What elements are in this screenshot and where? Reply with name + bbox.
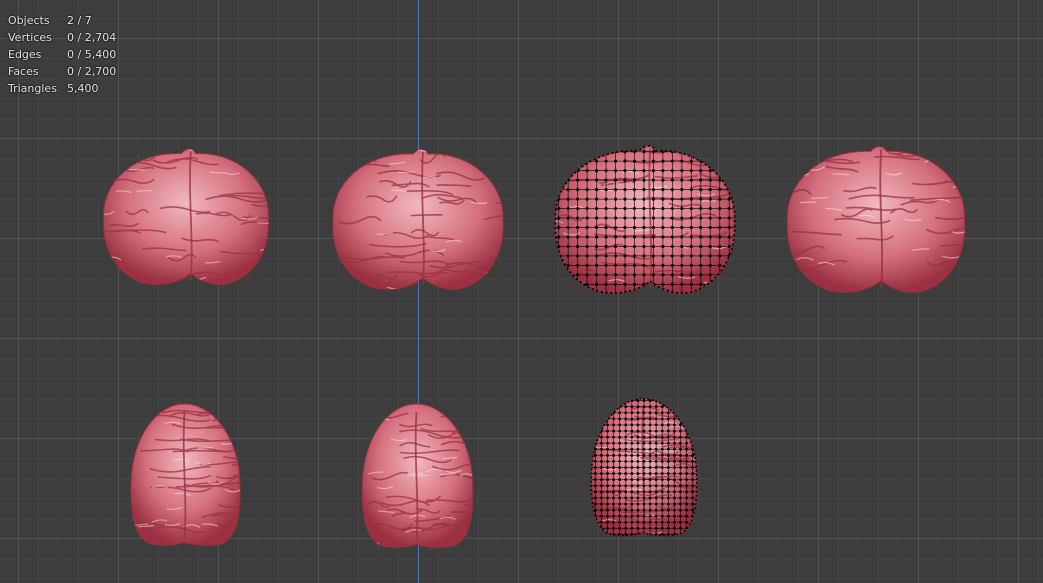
stat-label: Faces [8,65,39,78]
stat-label: Objects [8,14,50,27]
brain-top-textured-2[interactable] [360,400,475,552]
brain-top-wireframe[interactable] [583,395,705,540]
brain-front-textured-2[interactable] [323,135,513,300]
stat-row-edges: Edges 0 / 5,400 [8,46,116,63]
stat-row-faces: Faces 0 / 2,700 [8,63,116,80]
brain-top-mesh [361,403,474,548]
3d-viewport[interactable]: Objects 2 / 7 Vertices 0 / 2,704 Edges 0… [0,0,1043,583]
stat-value: 0 / 5,400 [67,48,117,61]
stat-value: 2 / 7 [67,14,92,27]
stat-value: 5,400 [67,82,99,95]
brain-front-mesh [554,145,736,294]
brain-front-mesh [786,146,966,293]
stat-label: Triangles [8,82,57,95]
brain-top-mesh [590,397,698,537]
stat-row-triangles: Triangles 5,400 [8,80,116,97]
stat-row-vertices: Vertices 0 / 2,704 [8,29,116,46]
brain-front-wireframe[interactable] [545,130,745,305]
brain-front-mesh [103,148,269,285]
stat-value: 0 / 2,704 [67,31,117,44]
scene-statistics-overlay: Objects 2 / 7 Vertices 0 / 2,704 Edges 0… [8,12,116,97]
brain-front-textured-3[interactable] [777,130,975,305]
brain-top-textured-1[interactable] [128,400,243,550]
brain-top-mesh [130,403,241,546]
stat-row-objects: Objects 2 / 7 [8,12,116,29]
brain-front-mesh [332,149,504,290]
brain-front-textured-1[interactable] [92,140,280,290]
stat-value: 0 / 2,700 [67,65,117,78]
stat-label: Vertices [8,31,52,44]
stat-label: Edges [8,48,42,61]
